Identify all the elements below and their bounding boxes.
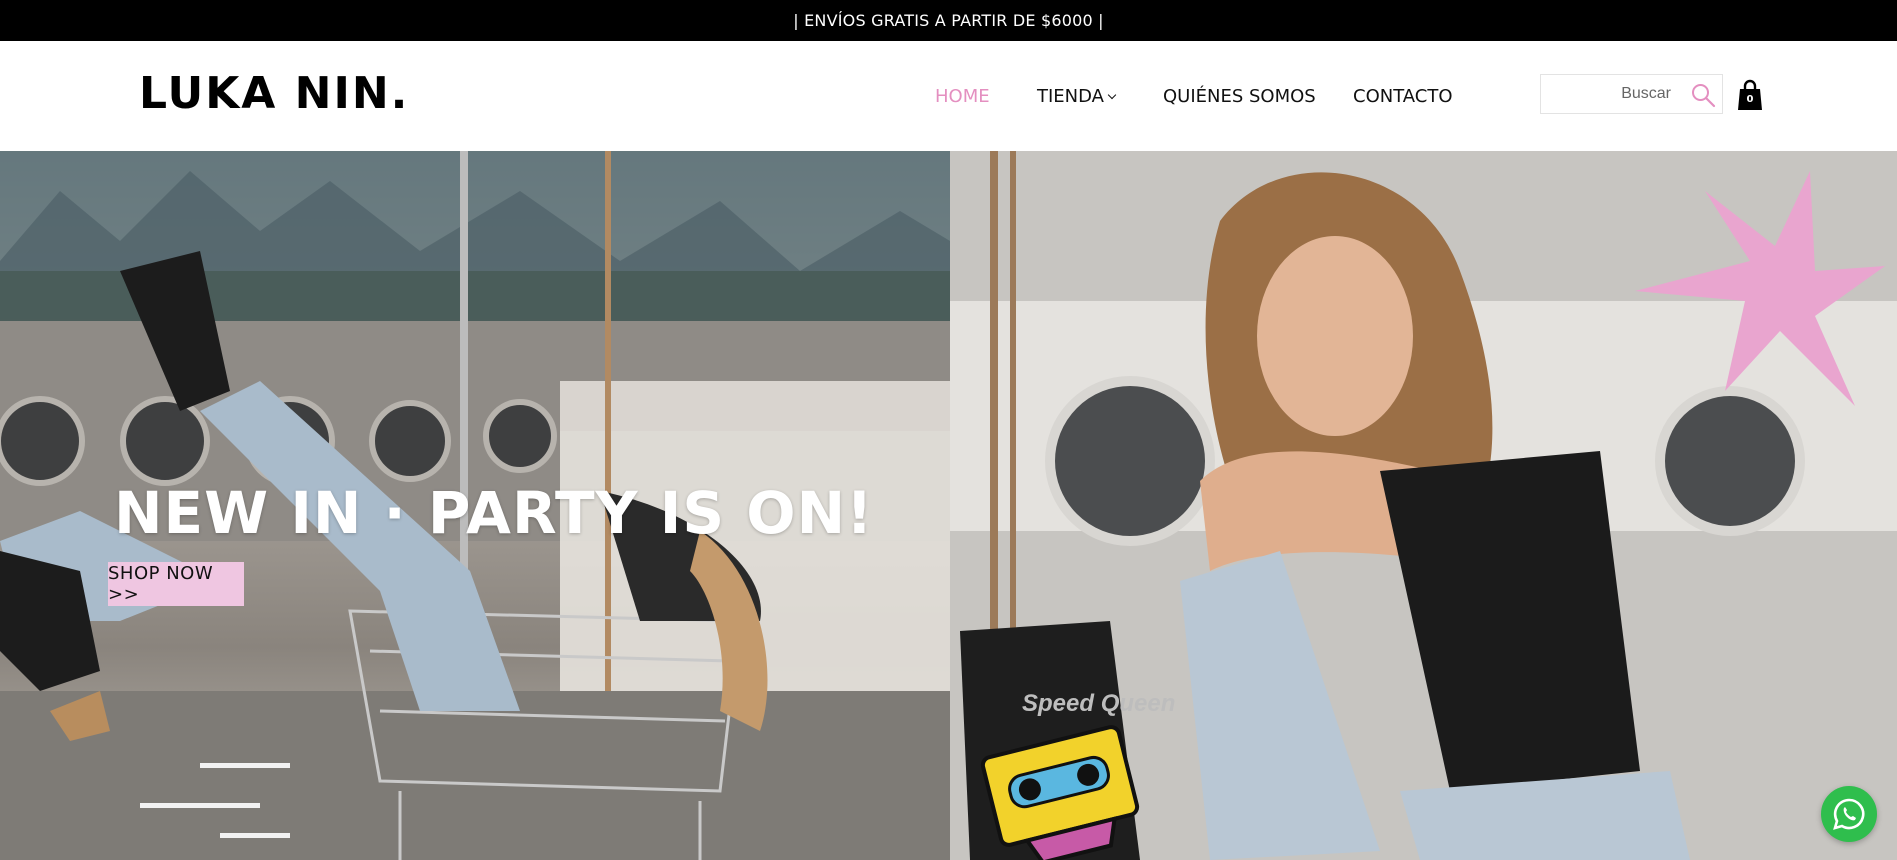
pink-star-sticker-icon bbox=[1635, 171, 1885, 406]
chevron-down-icon bbox=[1107, 90, 1117, 100]
nav-item-tienda[interactable]: TIENDA bbox=[1037, 83, 1117, 111]
nav-item-contacto[interactable]: CONTACTO bbox=[1353, 83, 1453, 111]
nav-item-label: TIENDA bbox=[1037, 86, 1104, 107]
nav-item-label: HOME bbox=[935, 86, 990, 107]
cassette-sticker-icon bbox=[980, 725, 1140, 860]
nav-item-label: QUIÉNES SOMOS bbox=[1163, 86, 1316, 107]
nav-item-quienes-somos[interactable]: QUIÉNES SOMOS bbox=[1163, 83, 1316, 111]
cart-count: 0 bbox=[1746, 94, 1754, 105]
hero-photo-right: Speed Queen bbox=[950, 151, 1897, 860]
hero-banner: Speed Queen NEW IN · PARTY IS ON! SHOP N… bbox=[0, 151, 1897, 860]
cart-button[interactable]: 0 bbox=[1738, 79, 1762, 111]
search-icon[interactable] bbox=[1690, 82, 1716, 108]
site-logo[interactable]: LUKA NIN. bbox=[139, 72, 409, 116]
search-box bbox=[1540, 74, 1723, 114]
site-header: LUKA NIN. HOME TIENDA QUIÉNES SOMOS CONT… bbox=[0, 41, 1897, 151]
search-input[interactable] bbox=[1541, 75, 1681, 113]
nav-item-home[interactable]: HOME bbox=[935, 83, 990, 111]
shop-now-button[interactable]: SHOP NOW >> bbox=[108, 562, 244, 606]
whatsapp-icon bbox=[1833, 798, 1865, 830]
nav-item-label: CONTACTO bbox=[1353, 86, 1453, 107]
whatsapp-button[interactable] bbox=[1821, 786, 1877, 842]
announcement-text: | ENVÍOS GRATIS A PARTIR DE $6000 | bbox=[793, 11, 1104, 30]
hero-title: NEW IN · PARTY IS ON! bbox=[114, 479, 874, 547]
announcement-bar: | ENVÍOS GRATIS A PARTIR DE $6000 | bbox=[0, 0, 1897, 41]
